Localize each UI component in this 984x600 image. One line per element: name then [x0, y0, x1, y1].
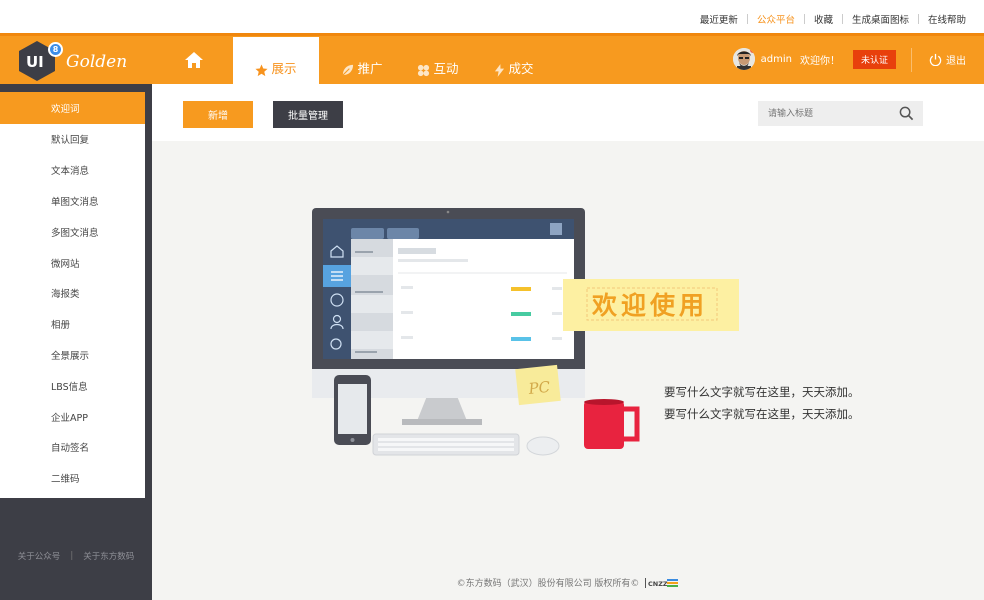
screen-tab	[387, 228, 419, 239]
sidebar: 欢迎词 默认回复 文本消息 单图文消息 多图文消息 微网站 海报类 相册 全景展…	[0, 84, 152, 600]
logout-label: 退出	[946, 56, 966, 67]
tab-promotion[interactable]: 推广	[319, 36, 405, 84]
link-about-company[interactable]: 关于东方数码	[83, 550, 134, 562]
divider: |	[70, 551, 74, 561]
divider	[803, 14, 805, 24]
main-nav: 展示 推广 互动 成交	[157, 36, 557, 84]
tab-interaction-label: 互动	[433, 61, 459, 76]
add-button[interactable]: 新增	[183, 101, 253, 128]
sidebar-item-welcome[interactable]: 欢迎词	[0, 92, 145, 124]
sidebar-item-enterprise-app[interactable]: 企业APP	[0, 401, 145, 432]
link-public-platform[interactable]: 公众平台	[757, 12, 795, 26]
sidebar-item-qrcode[interactable]: 二维码	[0, 463, 145, 494]
tab-interaction[interactable]: 互动	[405, 36, 471, 84]
status-badge[interactable]: 未认证	[852, 49, 896, 69]
star-icon	[255, 64, 269, 77]
cnzz-badge[interactable]: CNZZ	[645, 577, 679, 588]
main-header: UI 8 Golden 展示 推广 互动 成交 admin 欢迎你！ 未认证 退…	[0, 33, 984, 84]
logout-button[interactable]: 退出	[929, 52, 966, 67]
sidebar-item-auto-signature[interactable]: 自动签名	[0, 432, 145, 463]
tab-display-label: 展示	[271, 61, 297, 76]
batch-manage-button[interactable]: 批量管理	[273, 101, 343, 128]
puzzle-icon	[418, 64, 430, 77]
sidebar-item-lbs[interactable]: LBS信息	[0, 370, 145, 401]
divider	[911, 48, 912, 72]
copyright-text: ©东方数码（武汉）股份有限公司 版权所有©	[456, 579, 640, 589]
divider	[841, 14, 843, 24]
description-line: 要写什么文字就写在这里，天天添加。	[664, 407, 860, 421]
monitor-stand	[417, 396, 467, 421]
screen-bar-green	[511, 312, 531, 316]
user-name[interactable]: admin	[761, 54, 792, 65]
logo-ui-text: UI	[26, 53, 44, 71]
lightning-icon	[495, 64, 505, 77]
screen-bar-blue	[511, 337, 531, 341]
welcome-text-sticker: 欢迎使用	[591, 291, 708, 320]
welcome-text: 欢迎你！	[799, 55, 840, 67]
sidebar-item-default-reply[interactable]: 默认回复	[0, 124, 145, 155]
tab-display[interactable]: 展示	[233, 37, 319, 84]
sidebar-item-album[interactable]: 相册	[0, 309, 145, 340]
sidebar-item-single-article[interactable]: 单图文消息	[0, 186, 145, 217]
mouse	[526, 436, 560, 456]
toolbar: 新增 批量管理	[152, 84, 984, 141]
user-box: admin 欢迎你！ 未认证	[732, 46, 896, 72]
screen-tab	[351, 228, 384, 239]
search-icon[interactable]	[899, 106, 914, 121]
link-about-account[interactable]: 关于公众号	[18, 550, 61, 562]
divider	[917, 14, 919, 24]
sidebar-item-multi-article[interactable]: 多图文消息	[0, 216, 145, 247]
svg-text:CNZZ: CNZZ	[648, 580, 668, 588]
top-utility-bar: 最近更新 公众平台 收藏 生成桌面图标 在线帮助	[0, 0, 984, 33]
tab-promotion-label: 推广	[357, 61, 383, 76]
pc-label: PC	[527, 378, 552, 398]
camera-dot	[446, 210, 450, 214]
sidebar-item-text-message[interactable]: 文本消息	[0, 155, 145, 186]
link-recent-updates[interactable]: 最近更新	[700, 12, 738, 26]
home-icon	[184, 52, 203, 68]
logo-brand-text: Golden	[66, 52, 128, 72]
logo[interactable]: UI 8 Golden	[17, 40, 147, 82]
main-content: 欢迎使用 PC 要写什么文字就写在这里，天天添加。 要写什么文字就写在这里，天天…	[152, 141, 984, 600]
logo-badge: 8	[48, 42, 63, 57]
link-desktop-icon[interactable]: 生成桌面图标	[852, 12, 909, 26]
description-line: 要写什么文字就写在这里，天天添加。	[664, 385, 860, 399]
monitor-base	[402, 419, 482, 425]
nav-home[interactable]	[157, 36, 233, 84]
notification-dot	[749, 48, 755, 53]
sidebar-item-poster[interactable]: 海报类	[0, 278, 145, 309]
link-favorites[interactable]: 收藏	[814, 12, 833, 26]
search-box	[758, 101, 923, 126]
sidebar-footer: 关于公众号 | 关于东方数码	[0, 550, 152, 562]
avatar[interactable]	[732, 48, 755, 70]
sidebar-item-micro-site[interactable]: 微网站	[0, 247, 145, 278]
screen-bar-yellow	[511, 287, 531, 291]
sidebar-item-panorama[interactable]: 全景展示	[0, 340, 145, 371]
tab-deal-label: 成交	[508, 61, 534, 76]
search-input[interactable]	[758, 101, 893, 126]
top-links: 最近更新 公众平台 收藏 生成桌面图标 在线帮助	[700, 12, 966, 26]
tab-deal[interactable]: 成交	[471, 36, 557, 84]
link-online-help[interactable]: 在线帮助	[928, 12, 966, 26]
page-footer: ©东方数码（武汉）股份有限公司 版权所有© CNZZ	[152, 576, 984, 589]
welcome-illustration: 欢迎使用 PC	[312, 208, 739, 456]
sidebar-menu: 欢迎词 默认回复 文本消息 单图文消息 多图文消息 微网站 海报类 相册 全景展…	[0, 92, 145, 498]
welcome-description: 要写什么文字就写在这里，天天添加。 要写什么文字就写在这里，天天添加。	[664, 381, 860, 425]
divider	[746, 14, 748, 24]
power-icon	[929, 53, 942, 66]
leaf-icon	[342, 64, 354, 76]
coffee-mug	[584, 401, 624, 449]
cnzz-logo-icon: CNZZ	[645, 577, 679, 588]
screen-user-icon	[550, 223, 562, 235]
